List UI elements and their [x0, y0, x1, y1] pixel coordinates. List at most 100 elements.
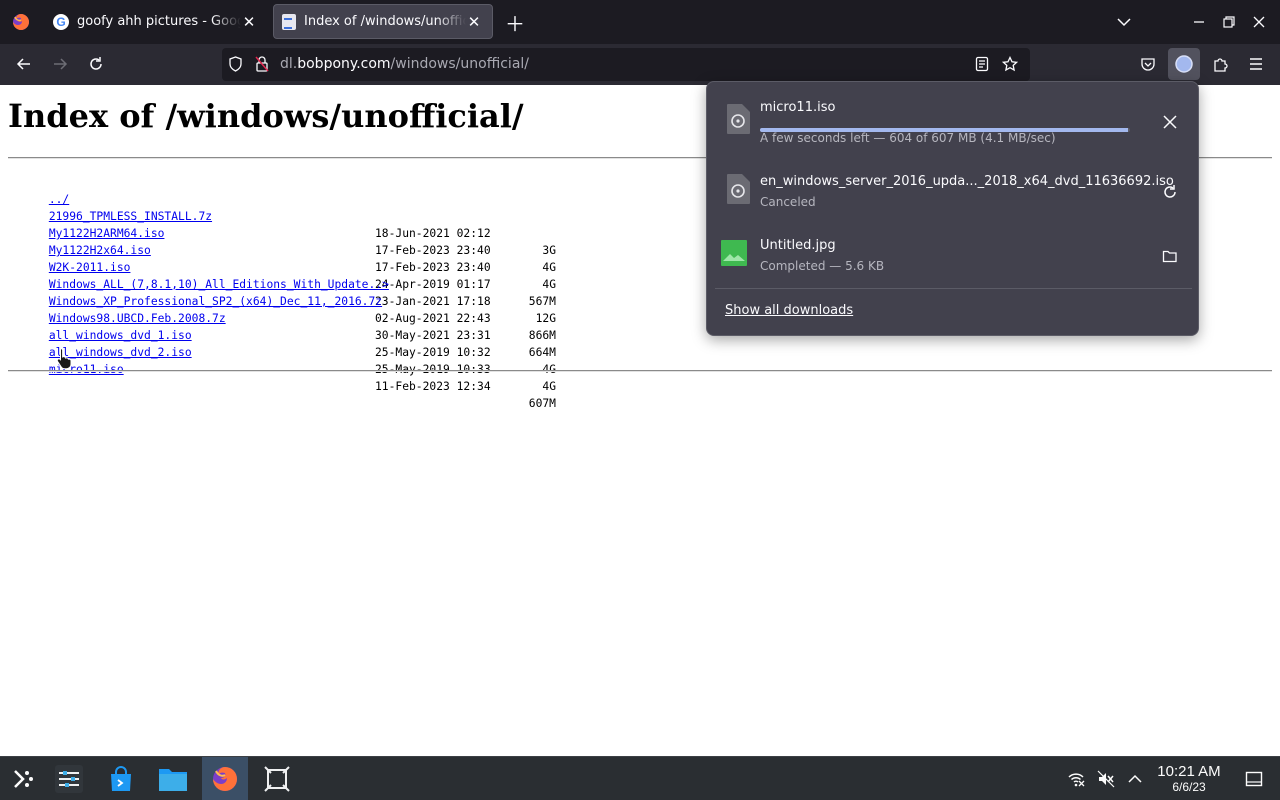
folder-icon — [159, 769, 187, 791]
list-item: Windows_ALL_(7,8.1,10)_All_Editions_With… — [8, 259, 568, 325]
settings-sliders-icon — [55, 765, 83, 793]
list-all-tabs-button[interactable] — [1112, 8, 1136, 36]
steam-deck-launcher-icon — [14, 770, 33, 788]
shield-icon — [228, 56, 242, 72]
chevron-down-icon — [1117, 18, 1131, 27]
restore-window-button[interactable] — [1216, 8, 1242, 36]
extensions-button[interactable] — [1206, 50, 1234, 78]
list-item: ../ — [8, 174, 568, 206]
show-all-downloads-link[interactable]: Show all downloads — [725, 303, 853, 318]
reader-view-button[interactable] — [970, 52, 994, 76]
hamburger-menu-icon — [1250, 58, 1262, 70]
taskbar-firefox[interactable] — [202, 757, 248, 800]
download-item[interactable]: Untitled.jpg Completed — 5.6 KB — [715, 224, 1192, 286]
hand-cursor-icon — [56, 348, 72, 369]
file-size: 607M — [528, 397, 556, 410]
volume-muted-icon — [1097, 770, 1115, 788]
back-button[interactable] — [10, 50, 38, 78]
file-date: 11-Feb-2023 12:34 — [375, 380, 491, 393]
list-item: Windows98.UBCD.Feb.2008.7z 30-May-2021 2… — [8, 293, 568, 359]
app-menu-button[interactable] — [1242, 50, 1270, 78]
firefox-view-button[interactable] — [8, 8, 34, 36]
tab-index-of[interactable]: Index of /windows/unofficial/ ✕ — [273, 4, 493, 39]
list-item: all_windows_dvd_2.iso 25-May-2019 10:33 … — [8, 327, 568, 393]
show-desktop-icon — [1245, 771, 1263, 787]
minimize-icon — [1194, 21, 1204, 23]
firefox-logo-icon — [213, 767, 237, 791]
disc-file-icon — [727, 174, 750, 204]
cancel-download-button[interactable] — [1158, 110, 1182, 134]
reload-icon — [90, 57, 102, 70]
taskbar: 10:21 AM 6/6/23 — [0, 756, 1280, 800]
application-launcher-button[interactable] — [0, 757, 46, 800]
download-filename: en_windows_server_2016_upda..._2018_x64_… — [760, 174, 1174, 189]
pocket-button[interactable] — [1134, 50, 1162, 78]
image-file-icon — [721, 240, 747, 266]
lock-insecure-icon — [255, 56, 269, 72]
url-path: /windows/unofficial/ — [390, 56, 530, 72]
firefox-logo-icon — [13, 14, 29, 30]
bookmark-star-button[interactable] — [998, 52, 1022, 76]
tab-title: goofy ahh pictures - Google Search — [77, 14, 241, 29]
download-item[interactable]: en_windows_server_2016_upda..._2018_x64_… — [715, 160, 1192, 222]
download-progress-icon — [1175, 55, 1193, 73]
directory-listing: ../ 21996_TPMLESS_INSTALL.7z 18-Jun-2021… — [8, 174, 568, 410]
url-domain: bobpony.com — [297, 56, 391, 72]
divider — [8, 370, 1272, 372]
close-tab-icon[interactable]: ✕ — [241, 13, 257, 31]
tab-google-search[interactable]: G goofy ahh pictures - Google Search ✕ — [45, 4, 267, 39]
new-tab-button[interactable]: ＋ — [502, 8, 528, 36]
volume-tray-button[interactable] — [1094, 767, 1118, 791]
list-item: 21996_TPMLESS_INSTALL.7z 18-Jun-2021 02:… — [8, 191, 568, 257]
show-in-folder-button[interactable] — [1158, 244, 1182, 268]
downloads-button[interactable] — [1168, 48, 1200, 80]
document-favicon-icon — [282, 13, 296, 30]
page-title: Index of /windows/unofficial/ — [8, 97, 524, 135]
taskbar-discover[interactable] — [98, 757, 144, 800]
taskbar-file-manager[interactable] — [150, 757, 196, 800]
taskbar-clock[interactable]: 10:21 AM 6/6/23 — [1150, 763, 1228, 795]
google-favicon-icon: G — [53, 13, 69, 30]
pocket-icon — [1141, 58, 1155, 71]
site-info-button[interactable] — [252, 52, 272, 76]
system-tray-expand-button[interactable] — [1124, 767, 1146, 791]
reader-view-icon — [975, 56, 989, 72]
retry-icon — [1164, 185, 1176, 198]
file-size: 4G — [542, 380, 556, 393]
network-disconnected-icon — [1068, 773, 1085, 787]
restore-icon — [1223, 16, 1235, 28]
list-item: W2K-2011.iso 24-Apr-2019 01:17 567M — [8, 242, 568, 308]
folder-icon — [1162, 250, 1177, 263]
star-icon — [1002, 56, 1018, 72]
reload-button[interactable] — [82, 50, 110, 78]
taskbar-window[interactable] — [254, 757, 300, 800]
tracking-protection-button[interactable] — [224, 52, 246, 76]
chevron-up-icon — [1128, 774, 1142, 783]
download-filename: micro11.iso — [760, 100, 836, 115]
close-icon — [1163, 115, 1177, 129]
show-desktop-button[interactable] — [1242, 767, 1266, 791]
list-item: Windows_XP_Professional_SP2_(x64)_Dec_11… — [8, 276, 568, 342]
arrow-right-icon — [54, 58, 68, 70]
download-filename: Untitled.jpg — [760, 238, 836, 253]
minimize-window-button[interactable] — [1186, 8, 1212, 36]
list-item: all_windows_dvd_1.iso 25-May-2019 10:32 … — [8, 310, 568, 376]
network-tray-button[interactable] — [1064, 767, 1088, 791]
close-window-button[interactable] — [1246, 8, 1272, 36]
tab-bar: G goofy ahh pictures - Google Search ✕ I… — [0, 0, 1280, 44]
clock-date: 6/6/23 — [1172, 780, 1206, 794]
download-item[interactable]: micro11.iso A few seconds left — 604 of … — [715, 90, 1192, 152]
retry-download-button[interactable] — [1158, 180, 1182, 204]
taskbar-system-settings[interactable] — [46, 757, 92, 800]
url-domain-prefix: dl. — [280, 56, 298, 72]
url-text[interactable]: dl.bobpony.com/windows/unofficial/ — [280, 56, 529, 72]
list-item: micro11.iso 11-Feb-2023 12:34 607M — [8, 344, 568, 410]
download-status: A few seconds left — 604 of 607 MB (4.1 … — [760, 131, 1056, 145]
download-status: Canceled — [760, 195, 816, 209]
window-frame-icon — [264, 766, 290, 792]
forward-button[interactable] — [46, 50, 74, 78]
puzzle-piece-icon — [1214, 58, 1228, 72]
close-tab-icon[interactable]: ✕ — [466, 13, 482, 31]
downloads-panel: micro11.iso A few seconds left — 604 of … — [706, 81, 1199, 336]
list-item: My1122H2x64.iso 17-Feb-2023 23:40 4G — [8, 225, 568, 291]
